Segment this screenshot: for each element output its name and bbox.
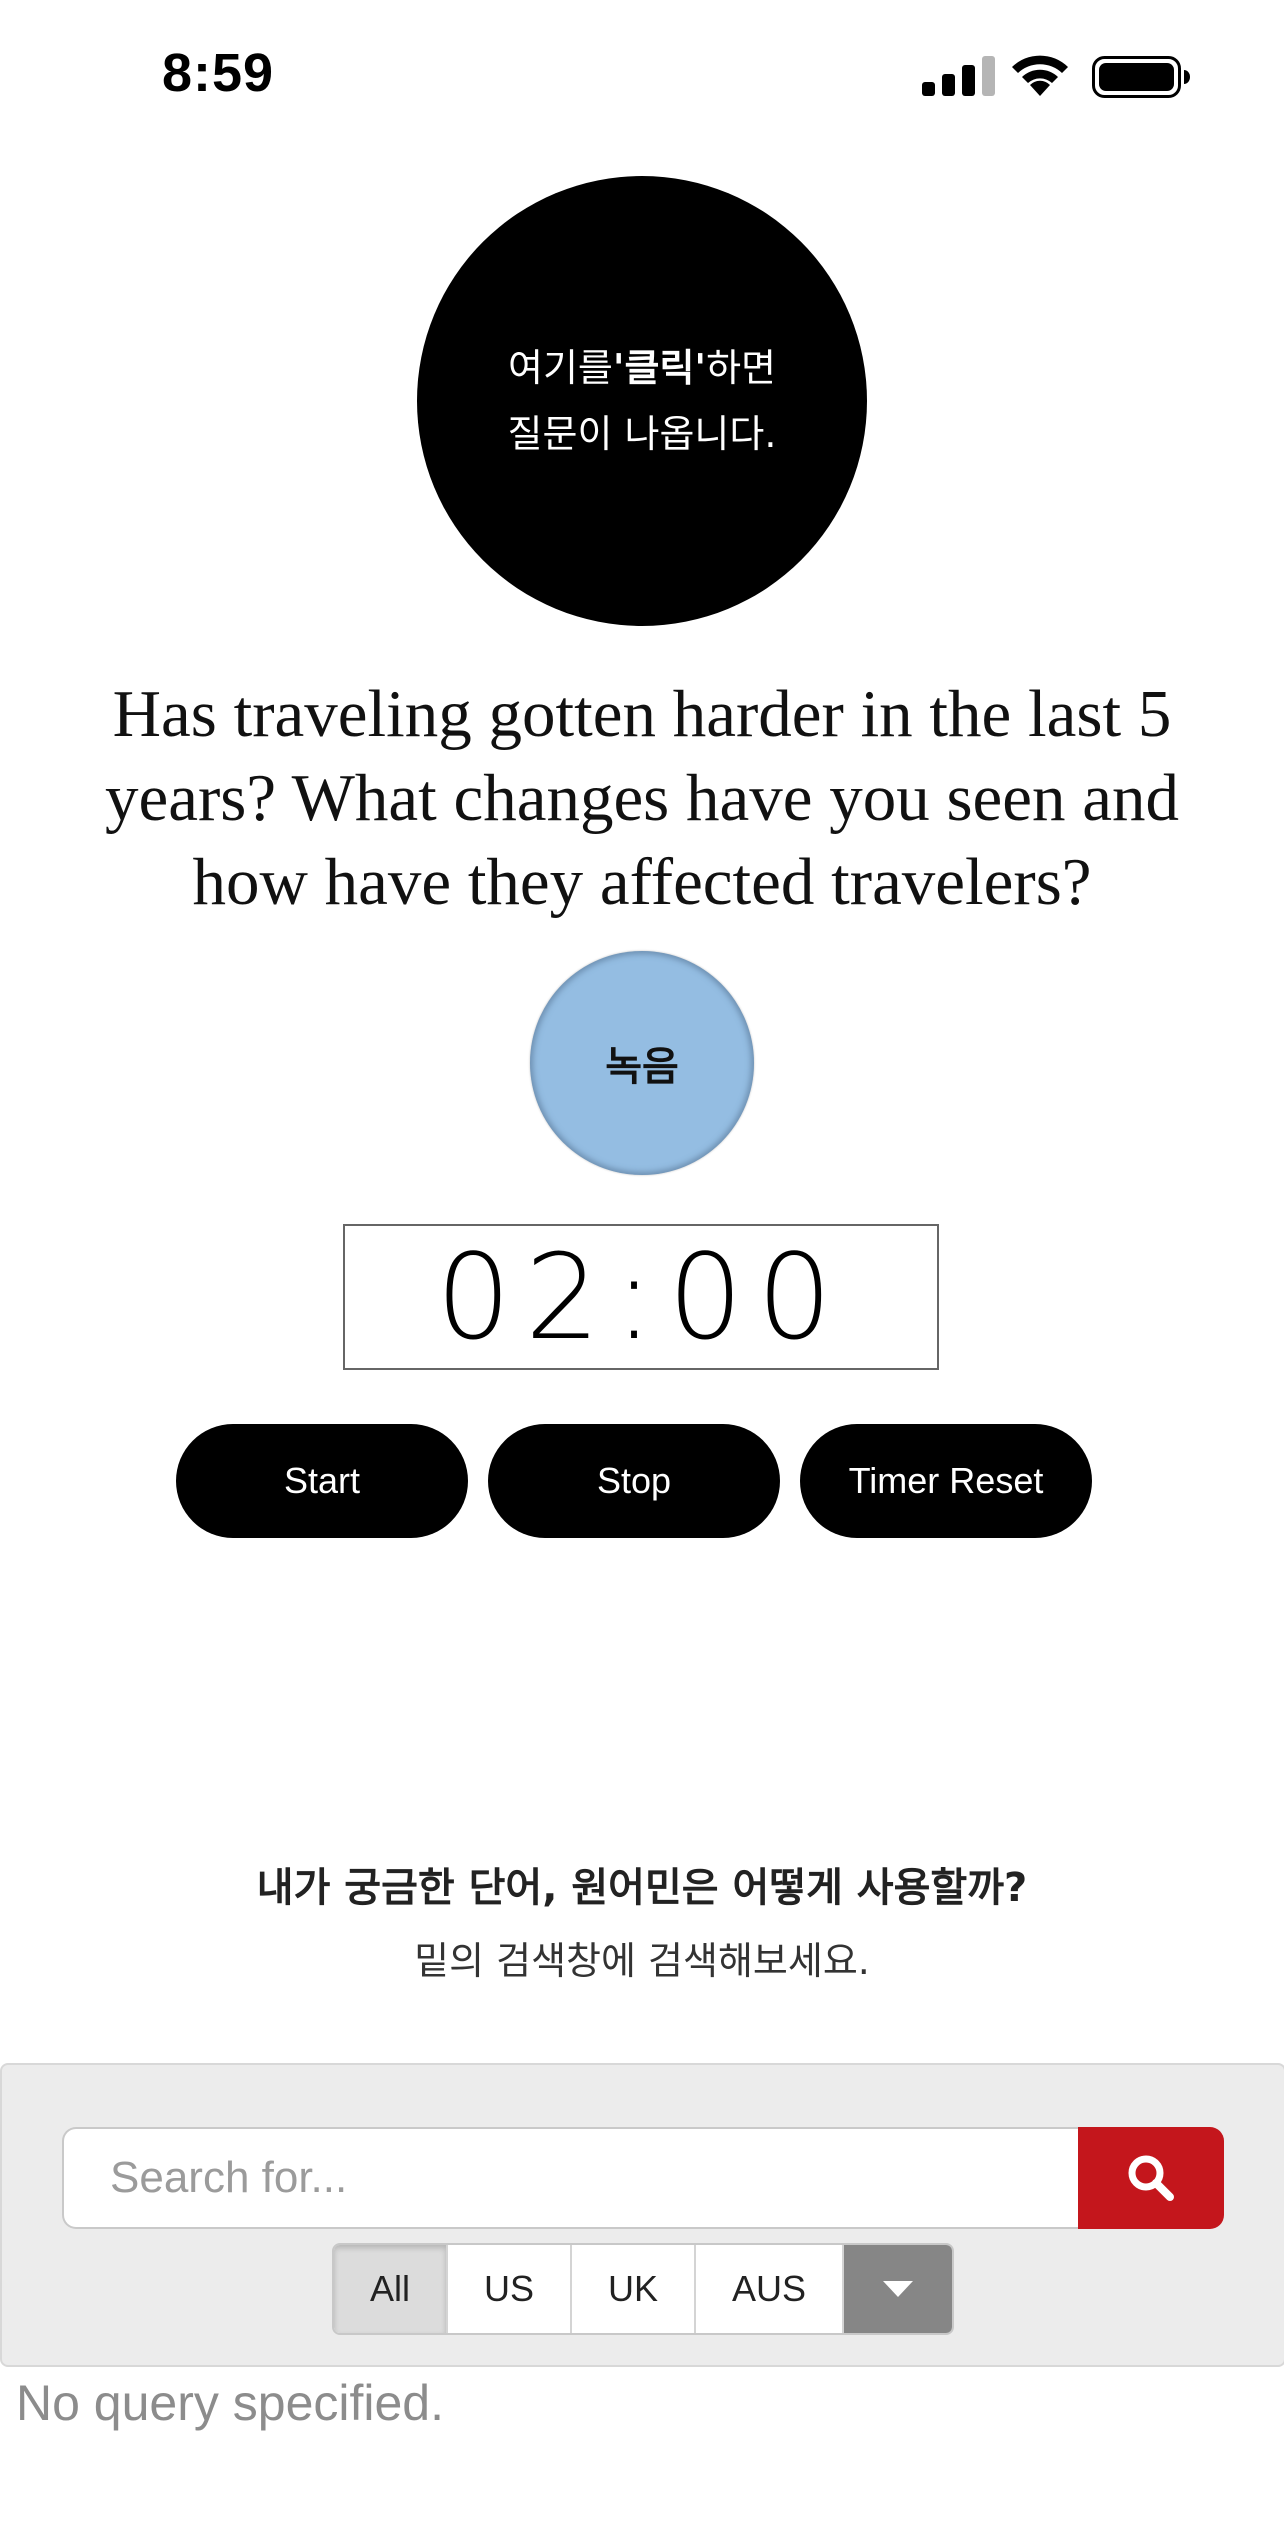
search-panel: All US UK AUS (0, 2063, 1284, 2367)
circle-text-suffix: 하면 (706, 346, 776, 390)
timer-reset-button[interactable]: Timer Reset (800, 1424, 1092, 1538)
question-circle-line2: 질문이 나옵니다. (507, 412, 777, 456)
question-circle-line1: 여기를'클릭'하면 (508, 335, 776, 401)
record-label: 녹음 (605, 1044, 679, 1090)
start-label: Start (283, 1460, 361, 1501)
start-button[interactable]: Start (176, 1424, 468, 1538)
filter-aus[interactable]: AUS (696, 2245, 844, 2333)
wifi-icon (1012, 55, 1068, 96)
battery-icon (1092, 56, 1190, 98)
record-button[interactable]: 녹음 (530, 951, 754, 1175)
search-button[interactable] (1078, 2127, 1224, 2229)
caret-down-icon (883, 2281, 913, 2297)
status-icons (922, 52, 1192, 102)
accent-filter-group: All US UK AUS (332, 2243, 954, 2335)
filter-uk-label: UK (607, 2268, 658, 2309)
filter-us-label: US (483, 2268, 534, 2309)
stop-label: Stop (596, 1460, 672, 1501)
search-promo-subtitle: 밑의 검색창에 검색해보세요. (414, 1939, 870, 1983)
timer-controls: Start Stop Timer Reset (176, 1424, 1096, 1538)
circle-text-bold: '클릭' (612, 346, 707, 390)
stop-button[interactable]: Stop (488, 1424, 780, 1538)
filter-us[interactable]: US (448, 2245, 572, 2333)
show-question-button[interactable]: 여기를'클릭'하면 질문이 나옵니다. (417, 176, 867, 626)
search-input[interactable] (62, 2127, 1078, 2229)
filter-uk[interactable]: UK (572, 2245, 696, 2333)
reset-label: Timer Reset (848, 1460, 1044, 1501)
question-text: Has traveling gotten harder in the last … (104, 677, 1180, 919)
status-time: 8:59 (162, 43, 275, 103)
filter-all-label: All (369, 2268, 410, 2309)
search-promo-title: 내가 궁금한 단어, 원어민은 어떻게 사용할까? (256, 1865, 1028, 1911)
search-result-message: No query specified. (16, 2375, 445, 2431)
filter-aus-label: AUS (731, 2268, 807, 2309)
timer-value: 02:00 (435, 1228, 847, 1366)
filter-all[interactable]: All (334, 2245, 448, 2333)
search-icon (1128, 2155, 1174, 2201)
timer-display: 02:00 (343, 1224, 939, 1370)
filter-dropdown-button[interactable] (844, 2245, 952, 2333)
circle-text-prefix: 여기를 (507, 346, 613, 390)
